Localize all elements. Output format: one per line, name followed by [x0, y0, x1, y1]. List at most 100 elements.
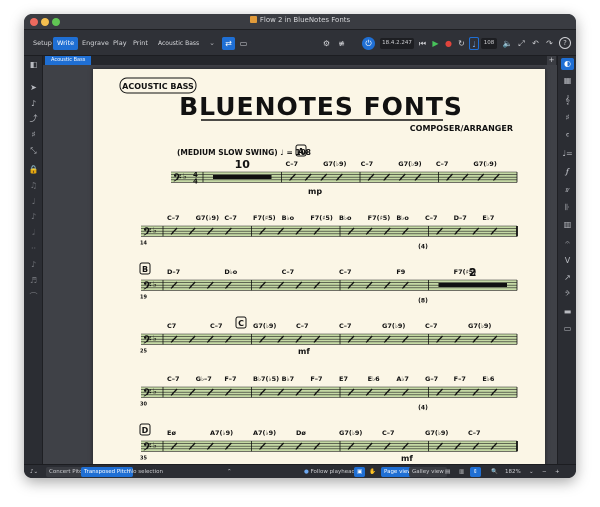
tempo-icon[interactable]: ♩=	[561, 148, 574, 160]
comments-icon[interactable]: ▭	[561, 323, 574, 335]
cursor-icon[interactable]: ▣	[354, 467, 366, 477]
add-tab-button[interactable]: +	[547, 56, 556, 65]
chord-symbol: F–7	[224, 375, 236, 383]
chord-mode-icon[interactable]: ♯	[27, 129, 40, 141]
mode-write[interactable]: Write	[53, 37, 79, 50]
key-signature-flat: ♭	[183, 172, 187, 181]
chord-symbol: G7(♭9)	[253, 322, 276, 330]
loop-icon[interactable]: ↻	[455, 37, 468, 50]
clef-icon[interactable]: 𝄞	[561, 94, 574, 106]
dynamics-icon[interactable]: 𝆑	[561, 166, 574, 178]
scroll-vertical-icon[interactable]: ⇕	[470, 467, 481, 477]
rewind-icon[interactable]: ⏮	[416, 37, 429, 50]
cues-icon[interactable]: ▬	[561, 306, 574, 318]
galley-link-icon[interactable]: ⇄	[222, 37, 235, 50]
chord-symbol: C–7	[339, 322, 352, 330]
lock-duration-icon[interactable]: 🔒	[27, 164, 40, 176]
score-view[interactable]: ACOUSTIC BASS BLUENOTES FONTS COMPOSER/A…	[43, 65, 557, 464]
play-icon[interactable]: ▶	[429, 37, 442, 50]
page-arrangement-icon[interactable]: ▤	[442, 467, 453, 477]
layout-tab[interactable]: Acoustic Bass	[45, 56, 92, 65]
tempo-marking: (MEDIUM SLOW SWING) ♩ = 108	[177, 148, 311, 157]
layout-tab-strip: Acoustic Bass +	[43, 56, 557, 65]
click-icon[interactable]: ♩	[469, 37, 479, 50]
window-title: Flow 2 in BlueNotes Fonts	[259, 16, 351, 24]
chord-symbol: C–7	[282, 268, 295, 276]
chord-symbol: F–7	[454, 375, 466, 383]
chord-symbol: C–7	[167, 214, 180, 222]
keyboard-icon[interactable]: ▦	[561, 75, 574, 87]
mode-engrave[interactable]: Engrave	[78, 37, 113, 50]
redo-icon[interactable]: ↷	[543, 37, 556, 50]
power-icon[interactable]: ⏻	[362, 37, 375, 50]
panel-layout-icon[interactable]: ▭	[237, 37, 250, 50]
zoom-in-icon[interactable]: +	[552, 467, 563, 477]
speaker-icon[interactable]: 🔈	[501, 37, 514, 50]
composer: COMPOSER/ARRANGER	[410, 124, 513, 133]
measure-number: 35	[140, 455, 147, 461]
force-duration-icon[interactable]: ⤡	[27, 145, 40, 157]
chord-symbol: F9	[396, 268, 405, 276]
zoom-value[interactable]: 182%	[502, 467, 524, 477]
score-canvas[interactable]: ACOUSTIC BASS BLUENOTES FONTS COMPOSER/A…	[93, 69, 545, 464]
fullscreen-icon[interactable]: ⤢	[515, 37, 528, 50]
notes-icon[interactable]: ♩	[27, 196, 40, 208]
ornaments-icon[interactable]: 𝆖	[561, 184, 574, 196]
tie-icon[interactable]: ⌒	[27, 291, 40, 303]
help-icon[interactable]: ?	[559, 37, 571, 49]
document-icon	[249, 16, 257, 23]
key-signature-flat: ♭	[153, 280, 157, 289]
faders-icon[interactable]: ≢	[335, 37, 348, 50]
grace-note-icon[interactable]: ♫	[27, 180, 40, 192]
score-page[interactable]: ACOUSTIC BASS BLUENOTES FONTS COMPOSER/A…	[93, 69, 545, 464]
dynamic-mf: mf	[298, 347, 310, 356]
mode-play[interactable]: Play	[109, 37, 131, 50]
chord-symbol: C–7	[224, 214, 237, 222]
half-note-icon[interactable]: 𝅗𝅥	[27, 227, 40, 239]
rehearsal-mark: A	[298, 147, 305, 156]
zoom-out-icon[interactable]: −	[539, 467, 550, 477]
chord-symbol: C–7	[382, 429, 395, 437]
left-panel-toggle-icon[interactable]: ◧	[27, 59, 40, 71]
select-tool-icon[interactable]: ➤	[27, 82, 40, 94]
notations-panel-icon[interactable]: ◐	[561, 58, 574, 70]
note-input-icon[interactable]: ♪	[27, 98, 40, 110]
playing-technique-icon[interactable]: V	[561, 255, 574, 267]
chord-symbol: G7(♭9)	[382, 322, 405, 330]
undo-icon[interactable]: ↶	[529, 37, 542, 50]
spread-view-icon[interactable]: ▥	[456, 467, 467, 477]
caret-icon[interactable]: ⌃	[224, 467, 235, 477]
chevron-down-icon: ⌄	[209, 39, 215, 47]
lines-icon[interactable]: ↗	[561, 272, 574, 284]
repeat-icon[interactable]: 𝄆	[561, 202, 574, 214]
time-display[interactable]: 18.4.2.247	[380, 38, 414, 49]
mode-setup[interactable]: Setup	[29, 37, 56, 50]
instrument-select[interactable]: Acoustic Bass ⌄	[155, 37, 217, 50]
eighth-note-icon[interactable]: ♪	[27, 259, 40, 271]
tempo-display[interactable]: 108	[481, 38, 497, 49]
time-signature-icon[interactable]: 𝄴	[561, 130, 574, 142]
insert-mode-icon[interactable]: ⤴	[27, 113, 40, 125]
key-signature-icon[interactable]: ♯	[561, 112, 574, 124]
chord-symbol: E♭6	[482, 375, 495, 383]
dot-icon[interactable]: ··	[27, 243, 40, 255]
chord-symbol: B♭o	[339, 214, 352, 222]
app-window: Flow 2 in BlueNotes Fonts Setup Write En…	[24, 14, 576, 478]
duration-icon[interactable]: ♪	[27, 211, 40, 223]
note-value-icon[interactable]: ♪⌄	[27, 467, 41, 477]
key-signature-flat: ♭	[153, 334, 157, 343]
holds-icon[interactable]: 𝄐	[561, 237, 574, 249]
record-icon[interactable]: ●	[442, 37, 455, 50]
bar-icon[interactable]: ▥	[561, 219, 574, 231]
hand-tool-icon[interactable]: ✋	[366, 467, 379, 477]
zoom-dropdown-icon[interactable]: ⌄	[526, 467, 537, 477]
follow-playhead-toggle[interactable]: ● Follow playhead	[301, 467, 358, 477]
sixteenth-note-icon[interactable]: ♬	[27, 275, 40, 287]
rehearsal-mark: C	[238, 319, 244, 328]
mode-print[interactable]: Print	[129, 37, 152, 50]
multirest-bar	[438, 283, 507, 287]
left-toolbox: ◧ ➤ ♪ ⤴ ♯ ⤡ 🔒 ♫ ♩ ♪ 𝅗𝅥 ·· ♪ ♬ ⌒	[24, 56, 43, 464]
lyrics-icon[interactable]: 𝄢	[561, 289, 574, 301]
chord-symbol: C–7	[167, 375, 180, 383]
mixer-icon[interactable]: ⚙	[320, 37, 333, 50]
